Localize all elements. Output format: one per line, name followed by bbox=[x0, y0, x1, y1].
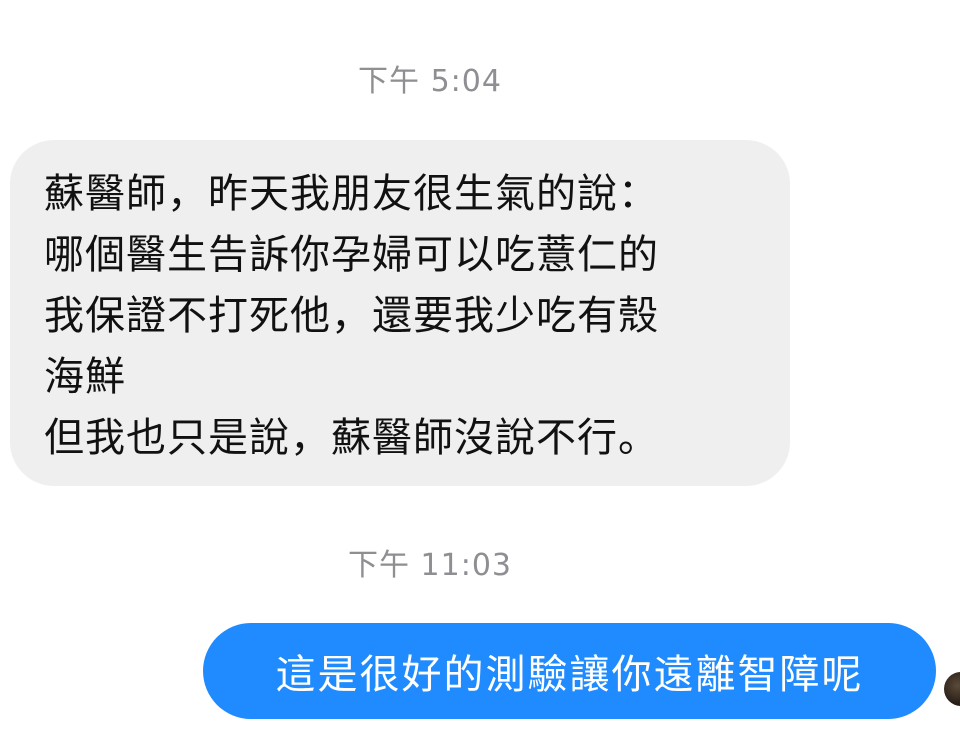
chat-thread: 下午 5:04 蘇醫師，昨天我朋友很生氣的說： 哪個醫生告訴你孕婦可以吃薏仁的 … bbox=[0, 0, 960, 736]
outgoing-message-bubble[interactable]: 這是很好的測驗讓你遠離智障呢 bbox=[203, 623, 936, 719]
message-timestamp: 下午 11:03 bbox=[348, 548, 512, 583]
message-text: 這是很好的測驗讓你遠離智障呢 bbox=[275, 652, 864, 698]
user-avatar-icon[interactable] bbox=[944, 672, 960, 706]
message-timestamp: 下午 5:04 bbox=[358, 64, 502, 99]
message-line: 但我也只是說，蘇醫師沒說不行。 bbox=[44, 415, 659, 461]
message-line: 我保證不打死他，還要我少吃有殼 bbox=[44, 293, 659, 339]
message-line: 蘇醫師，昨天我朋友很生氣的說： bbox=[44, 171, 659, 217]
incoming-message-bubble[interactable]: 蘇醫師，昨天我朋友很生氣的說： 哪個醫生告訴你孕婦可以吃薏仁的 我保證不打死他，… bbox=[10, 140, 790, 486]
message-line: 海鮮 bbox=[44, 354, 126, 400]
message-line: 哪個醫生告訴你孕婦可以吃薏仁的 bbox=[44, 232, 659, 278]
